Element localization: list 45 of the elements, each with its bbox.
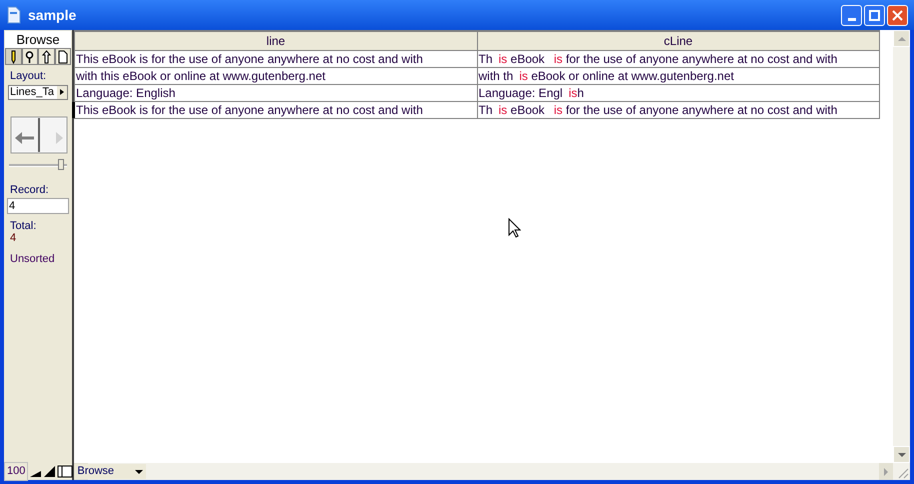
minimize-button[interactable] [841,4,862,26]
scroll-right-icon [884,468,888,476]
caret-icon [135,470,144,474]
scroll-up-icon [898,36,906,40]
tool-button[interactable] [5,48,22,65]
zoom-in-icon[interactable] [43,465,56,478]
caret-icon [60,89,64,95]
tool-button[interactable] [38,48,54,65]
mode-dropdown[interactable]: Browse [74,464,146,479]
window-title: sample [28,6,76,25]
close-icon [892,10,903,20]
total-label: Total: [10,220,38,232]
table-cell: This eBook is for the use of anyone anywhere at no cost and with [74,50,477,68]
column-header[interactable]: line [74,31,477,50]
record-field[interactable]: 4 [7,198,69,214]
status-area-icon[interactable] [57,465,74,478]
scroll-down-icon [898,452,906,456]
slider-thumb[interactable] [58,158,64,170]
page-icon [56,49,70,64]
layout-label: Layout: [10,69,48,84]
pointer-icon [40,49,53,64]
table-cell: with this eBook or online at www.gutenberg.net [74,68,477,84]
mouse-cursor-icon [508,218,521,238]
table-cell: Language: Engl ish [477,84,880,102]
sort-status: Unsorted [10,252,56,267]
zoom-level[interactable]: 100 [4,462,28,481]
maximize-icon [869,10,880,20]
total-count: 4 [10,232,18,244]
vertical-scrollbar[interactable] [893,30,910,463]
record-label: Record: [10,182,50,198]
table-cell: with th is eBook or online at www.gutenberg.net [477,68,880,84]
table-cell: Th is eBook is for the use of anyone anywhere at no cost and with [477,50,880,68]
table-cell: This eBook is for the use of anyone anywhere at no cost and with [74,102,477,118]
column-header[interactable]: cLine [477,31,880,50]
close-button[interactable] [887,4,908,26]
table-cell: Language: English [74,84,477,102]
layout-dropdown[interactable]: Lines_Ta [8,84,68,100]
tool-button[interactable] [54,48,71,65]
minimize-icon [848,18,856,20]
mode-tab[interactable]: Browse [5,31,71,48]
book-icon[interactable] [10,116,68,154]
tool-button[interactable] [22,48,38,65]
maximize-button[interactable] [864,4,885,26]
document-icon [6,6,22,24]
table-cell: Th is eBook is for the use of anyone anywhere at no cost and with [477,102,880,118]
